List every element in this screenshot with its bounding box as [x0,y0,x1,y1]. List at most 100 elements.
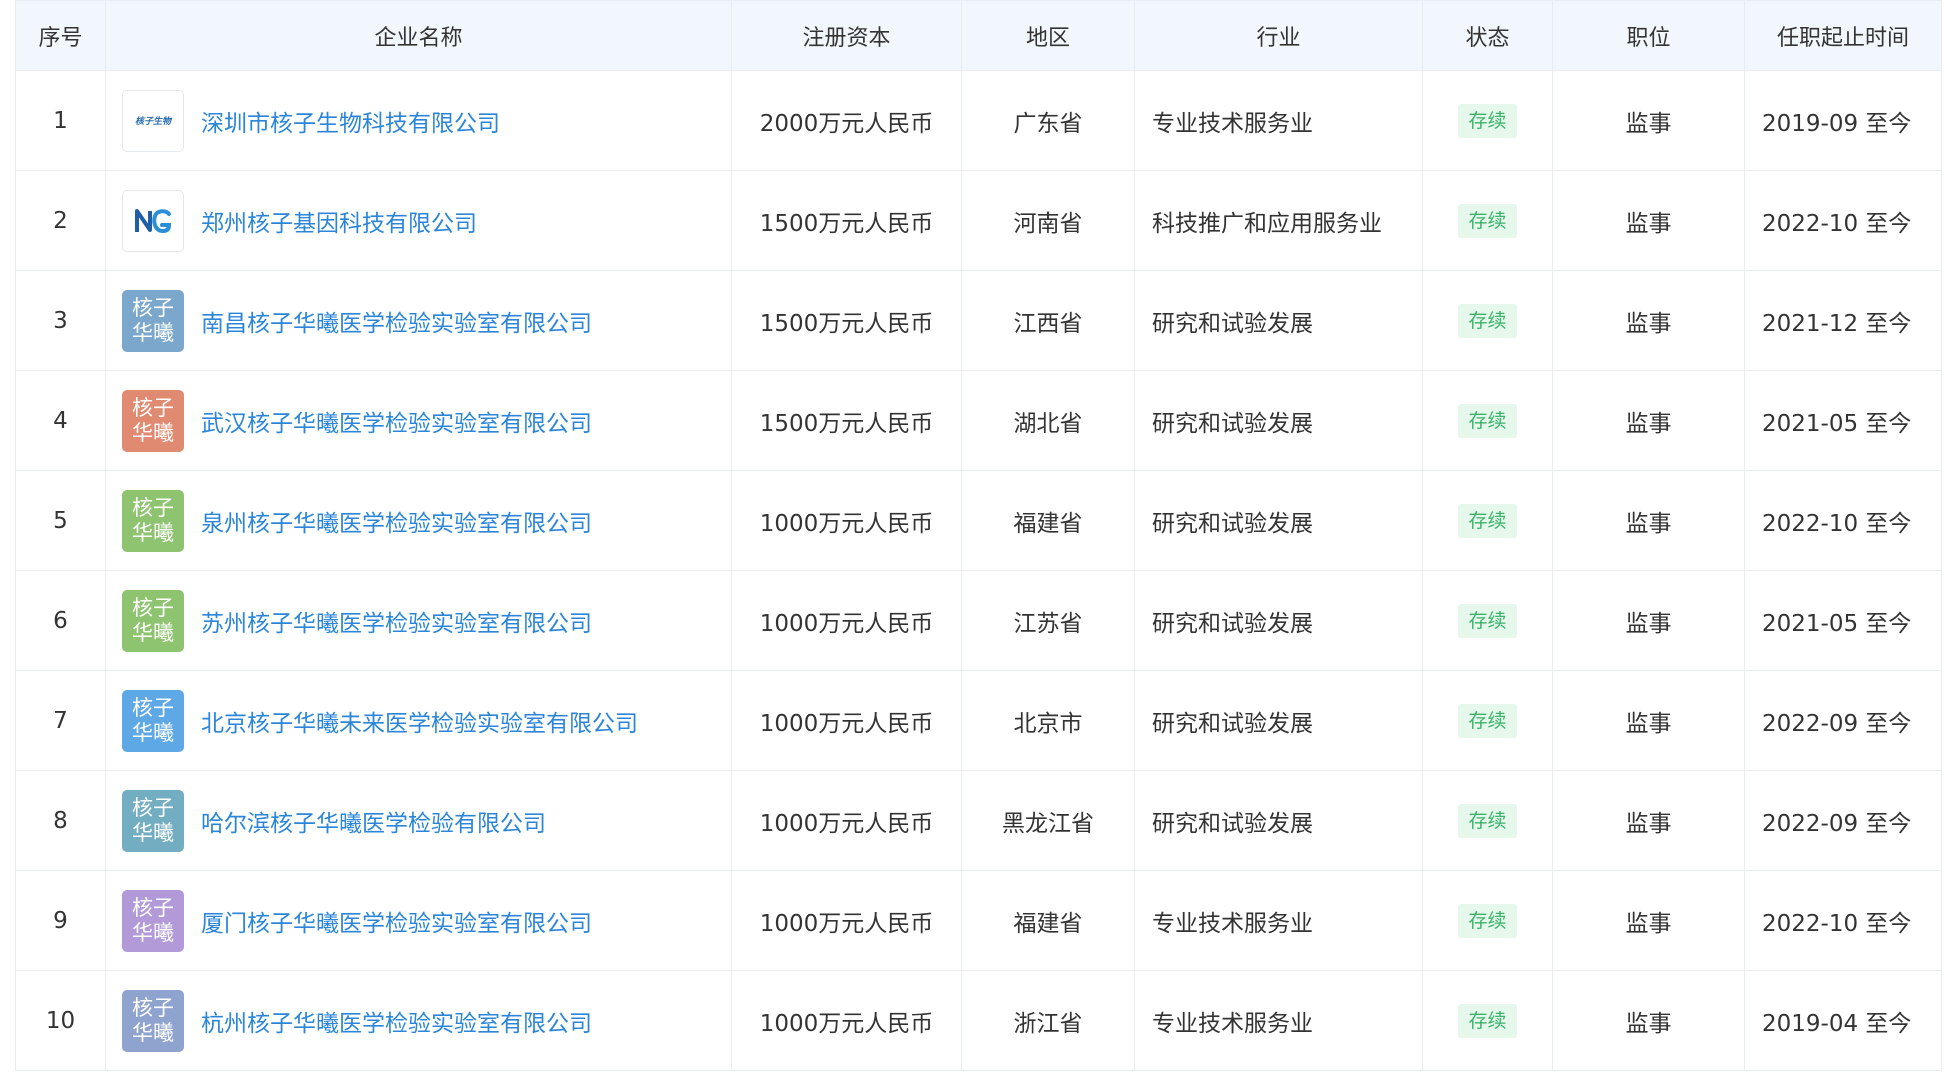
company-name-link[interactable]: 北京核子华曦未来医学检验实验室有限公司 [201,704,638,738]
company-logo-text: 核子华曦 [132,895,174,945]
region-cell: 北京市 [961,670,1135,771]
table-body: 1 核子生物 深圳市核子生物科技有限公司 2000万元人民币 广东省 专业技术服… [15,70,1942,1071]
company-name-link[interactable]: 南昌核子华曦医学检验实验室有限公司 [201,304,592,338]
company-name-link[interactable]: 杭州核子华曦医学检验实验室有限公司 [201,1004,592,1038]
status-cell: 存续 [1422,970,1553,1071]
row-index: 5 [15,470,106,571]
company-logo-text: 核子华曦 [132,595,174,645]
company-logo: 核子华曦 [122,689,184,752]
row-index: 3 [15,270,106,371]
industry-cell: 研究和试验发展 [1134,670,1423,771]
table-header-row: 序号 企业名称 注册资本 地区 行业 状态 职位 任职起止时间 [15,0,1942,71]
position-cell: 监事 [1552,370,1745,471]
region-cell: 浙江省 [961,970,1135,1071]
status-badge: 存续 [1458,803,1517,838]
capital-cell: 1000万元人民币 [731,670,962,771]
position-cell: 监事 [1552,270,1745,371]
company-name-link[interactable]: 厦门核子华曦医学检验实验室有限公司 [201,904,592,938]
capital-cell: 1500万元人民币 [731,370,962,471]
table-row: 9 核子华曦 厦门核子华曦医学检验实验室有限公司 1000万元人民币 福建省 专… [15,870,1942,971]
status-badge: 存续 [1458,603,1517,638]
row-index: 2 [15,170,106,271]
company-name-link[interactable]: 武汉核子华曦医学检验实验室有限公司 [201,404,592,438]
capital-cell: 1500万元人民币 [731,170,962,271]
status-cell: 存续 [1422,370,1553,471]
term-cell: 2022-09 至今 [1744,670,1942,771]
company-cell: 核子华曦 泉州核子华曦医学检验实验室有限公司 [105,470,732,571]
company-name-link[interactable]: 泉州核子华曦医学检验实验室有限公司 [201,504,592,538]
row-index: 1 [15,70,106,171]
term-cell: 2021-12 至今 [1744,270,1942,371]
table-row: 2 郑州核子基因科技有限公司 1500万元人民币 河南省 科技推广和应用服务业 … [15,170,1942,271]
capital-cell: 1000万元人民币 [731,870,962,971]
status-cell: 存续 [1422,570,1553,671]
ng-logo-icon [135,208,172,233]
company-logo: 核子生物 [122,89,184,152]
status-cell: 存续 [1422,70,1553,171]
company-logo: 核子华曦 [122,889,184,952]
company-cell: 核子华曦 武汉核子华曦医学检验实验室有限公司 [105,370,732,471]
table-row: 5 核子华曦 泉州核子华曦医学检验实验室有限公司 1000万元人民币 福建省 研… [15,470,1942,571]
company-logo: 核子华曦 [122,489,184,552]
status-badge: 存续 [1458,103,1517,138]
row-index: 10 [15,970,106,1071]
company-cell: 郑州核子基因科技有限公司 [105,170,732,271]
position-cell: 监事 [1552,870,1745,971]
company-logo-text: 核子生物 [134,117,171,127]
status-cell: 存续 [1422,170,1553,271]
term-cell: 2022-09 至今 [1744,770,1942,871]
status-cell: 存续 [1422,270,1553,371]
company-logo: 核子华曦 [122,389,184,452]
header-region: 地区 [961,0,1135,71]
header-capital: 注册资本 [731,0,962,71]
company-logo-text: 核子华曦 [132,495,174,545]
table-row: 3 核子华曦 南昌核子华曦医学检验实验室有限公司 1500万元人民币 江西省 研… [15,270,1942,371]
company-name-link[interactable]: 深圳市核子生物科技有限公司 [201,104,500,138]
company-cell: 核子华曦 厦门核子华曦医学检验实验室有限公司 [105,870,732,971]
company-cell: 核子华曦 哈尔滨核子华曦医学检验有限公司 [105,770,732,871]
term-cell: 2019-09 至今 [1744,70,1942,171]
industry-cell: 科技推广和应用服务业 [1134,170,1423,271]
industry-cell: 研究和试验发展 [1134,270,1423,371]
term-cell: 2019-04 至今 [1744,970,1942,1071]
industry-cell: 专业技术服务业 [1134,970,1423,1071]
company-logo: 核子华曦 [122,989,184,1052]
company-logo: 核子华曦 [122,589,184,652]
region-cell: 福建省 [961,470,1135,571]
capital-cell: 1000万元人民币 [731,470,962,571]
capital-cell: 1500万元人民币 [731,270,962,371]
industry-cell: 研究和试验发展 [1134,370,1423,471]
investment-table-container: 序号 企业名称 注册资本 地区 行业 状态 职位 任职起止时间 1 核子生物 深… [15,0,1942,1071]
term-cell: 2022-10 至今 [1744,470,1942,571]
position-cell: 监事 [1552,670,1745,771]
company-logo-text: 核子华曦 [132,795,174,845]
status-cell: 存续 [1422,770,1553,871]
status-badge: 存续 [1458,303,1517,338]
industry-cell: 专业技术服务业 [1134,70,1423,171]
industry-cell: 研究和试验发展 [1134,770,1423,871]
term-cell: 2022-10 至今 [1744,170,1942,271]
row-index: 8 [15,770,106,871]
industry-cell: 研究和试验发展 [1134,470,1423,571]
table-row: 7 核子华曦 北京核子华曦未来医学检验实验室有限公司 1000万元人民币 北京市… [15,670,1942,771]
company-name-link[interactable]: 哈尔滨核子华曦医学检验有限公司 [201,804,546,838]
status-badge: 存续 [1458,403,1517,438]
company-name-link[interactable]: 郑州核子基因科技有限公司 [201,204,477,238]
capital-cell: 2000万元人民币 [731,70,962,171]
company-cell: 核子华曦 苏州核子华曦医学检验实验室有限公司 [105,570,732,671]
region-cell: 黑龙江省 [961,770,1135,871]
row-index: 7 [15,670,106,771]
term-cell: 2022-10 至今 [1744,870,1942,971]
company-table: 序号 企业名称 注册资本 地区 行业 状态 职位 任职起止时间 1 核子生物 深… [15,0,1942,1071]
position-cell: 监事 [1552,770,1745,871]
position-cell: 监事 [1552,970,1745,1071]
company-cell: 核子生物 深圳市核子生物科技有限公司 [105,70,732,171]
company-logo-text: 核子华曦 [132,395,174,445]
company-cell: 核子华曦 北京核子华曦未来医学检验实验室有限公司 [105,670,732,771]
status-badge: 存续 [1458,203,1517,238]
company-name-link[interactable]: 苏州核子华曦医学检验实验室有限公司 [201,604,592,638]
term-cell: 2021-05 至今 [1744,570,1942,671]
table-row: 8 核子华曦 哈尔滨核子华曦医学检验有限公司 1000万元人民币 黑龙江省 研究… [15,770,1942,871]
capital-cell: 1000万元人民币 [731,570,962,671]
position-cell: 监事 [1552,470,1745,571]
